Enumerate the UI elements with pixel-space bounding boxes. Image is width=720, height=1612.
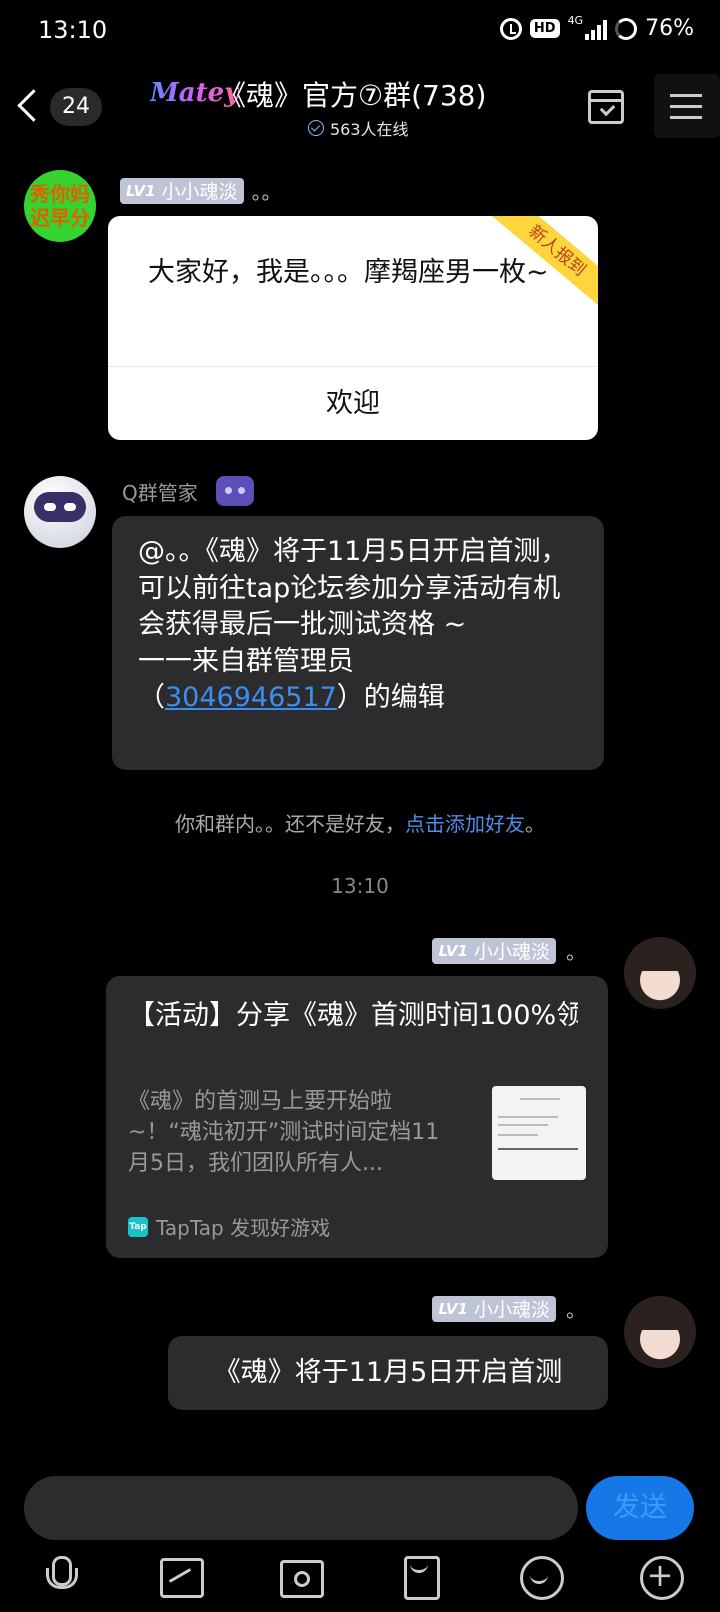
camera-icon[interactable]: [278, 1554, 324, 1598]
mic-icon[interactable]: [38, 1554, 82, 1598]
qq-number-link[interactable]: 3046946517: [165, 682, 337, 713]
message-bubble: @。。《魂》将于11月5日开启首测，可以前往tap论坛参加分享活动有机会获得最后…: [112, 516, 604, 770]
message-input[interactable]: [24, 1476, 578, 1540]
notice-period: 。: [525, 812, 545, 836]
level-label: LV1: [438, 1299, 468, 1318]
sender-name: Q群管家: [122, 480, 198, 505]
avatar-hair: [632, 941, 688, 971]
welcome-button[interactable]: 欢迎: [108, 368, 598, 440]
sender-name: 小小魂淡: [473, 941, 550, 963]
menu-button[interactable]: [654, 74, 720, 138]
hd-icon: HD: [529, 19, 560, 38]
chat-header: 24 Matey 《魂》官方⑦群(738) 563人在线: [0, 64, 720, 156]
bot-avatar[interactable]: [24, 476, 96, 548]
back-button[interactable]: [10, 84, 46, 128]
level-label: LV1: [438, 941, 468, 960]
status-bar: 13:10 HD 4G 76%: [0, 0, 720, 64]
send-button[interactable]: 发送: [586, 1476, 694, 1540]
share-card-title: 【活动】分享《魂》首测时间100%领积分兑换首测激活码 -...: [128, 1000, 578, 1031]
unread-count-badge[interactable]: 24: [50, 88, 102, 126]
battery-level: 76%: [645, 16, 694, 41]
status-icons: HD 4G 76%: [499, 14, 694, 41]
level-badge: LV1 小小魂淡: [432, 937, 556, 964]
sender-row: LV1 小小魂淡 。: [432, 1294, 586, 1323]
sender-row: Q群管家: [122, 476, 254, 506]
message-bubble: 《魂》将于11月5日开启首测: [168, 1336, 608, 1410]
share-card[interactable]: 【活动】分享《魂》首测时间100%领积分兑换首测激活码 -... 《魂》的首测马…: [106, 976, 608, 1258]
newcomer-text: 大家好，我是。。。摩羯座男一枚~: [148, 257, 549, 288]
level-badge: LV1 小小魂淡: [120, 177, 244, 204]
robot-badge-icon: [215, 476, 254, 506]
battery-icon: [615, 17, 638, 40]
avatar-hair: [632, 1300, 688, 1330]
group-title[interactable]: 《魂》官方⑦群(738): [218, 74, 486, 114]
red-packet-icon[interactable]: [398, 1554, 442, 1600]
notice-text: 你和群内。。还不是好友，: [175, 812, 405, 836]
status-time: 13:10: [38, 16, 108, 44]
sender-row: LV1 小小魂淡 。。: [120, 176, 282, 205]
friend-notice: 你和群内。。还不是好友，点击添加好友。: [0, 808, 720, 837]
avatar[interactable]: [624, 1296, 696, 1368]
newcomer-card: 新人报到 大家好，我是。。。摩羯座男一枚~ 欢迎: [108, 216, 598, 440]
sender-row: LV1 小小魂淡 。: [432, 936, 586, 965]
image-icon[interactable]: [158, 1554, 204, 1598]
sender-suffix: 。: [566, 940, 586, 964]
avatar[interactable]: 秀你妈 迟早分: [24, 170, 96, 242]
online-check-icon: [308, 120, 324, 136]
calendar-check-button[interactable]: [588, 90, 624, 124]
source-label: TapTap 发现好游戏: [156, 1216, 331, 1240]
sender-suffix: 。: [566, 1298, 586, 1322]
taptap-icon: Tap: [128, 1216, 148, 1237]
online-count: 563人在线: [330, 120, 409, 139]
emoji-icon[interactable]: [518, 1554, 564, 1600]
message-text-end: ）的编辑: [336, 682, 445, 713]
share-card-thumbnail: [492, 1086, 586, 1180]
share-card-source: Tap TapTap 发现好游戏: [128, 1212, 330, 1241]
time-divider: 13:10: [331, 874, 389, 898]
level-badge: LV1 小小魂淡: [432, 1295, 556, 1322]
add-friend-link[interactable]: 点击添加好友: [405, 812, 525, 836]
online-status[interactable]: 563人在线: [308, 116, 409, 140]
sender-name: 小小魂淡: [473, 1299, 550, 1321]
avatar-text: 秀你妈 迟早分: [30, 182, 90, 230]
sender-name: 小小魂淡: [161, 181, 238, 203]
plus-icon[interactable]: [638, 1554, 684, 1600]
sender-suffix: 。。: [251, 180, 282, 204]
divider: [108, 366, 598, 367]
input-toolbar: [0, 1554, 720, 1612]
share-card-description: 《魂》的首测马上要开始啦~！“魂沌初开”测试时间定档11月5日，我们团队所有人.…: [128, 1089, 440, 1176]
alarm-icon: [499, 17, 522, 40]
avatar[interactable]: [624, 937, 696, 1009]
bot-face-icon: [34, 492, 86, 522]
network-label: 4G: [567, 14, 584, 27]
level-label: LV1: [126, 181, 156, 200]
signal-icon: [585, 18, 608, 40]
